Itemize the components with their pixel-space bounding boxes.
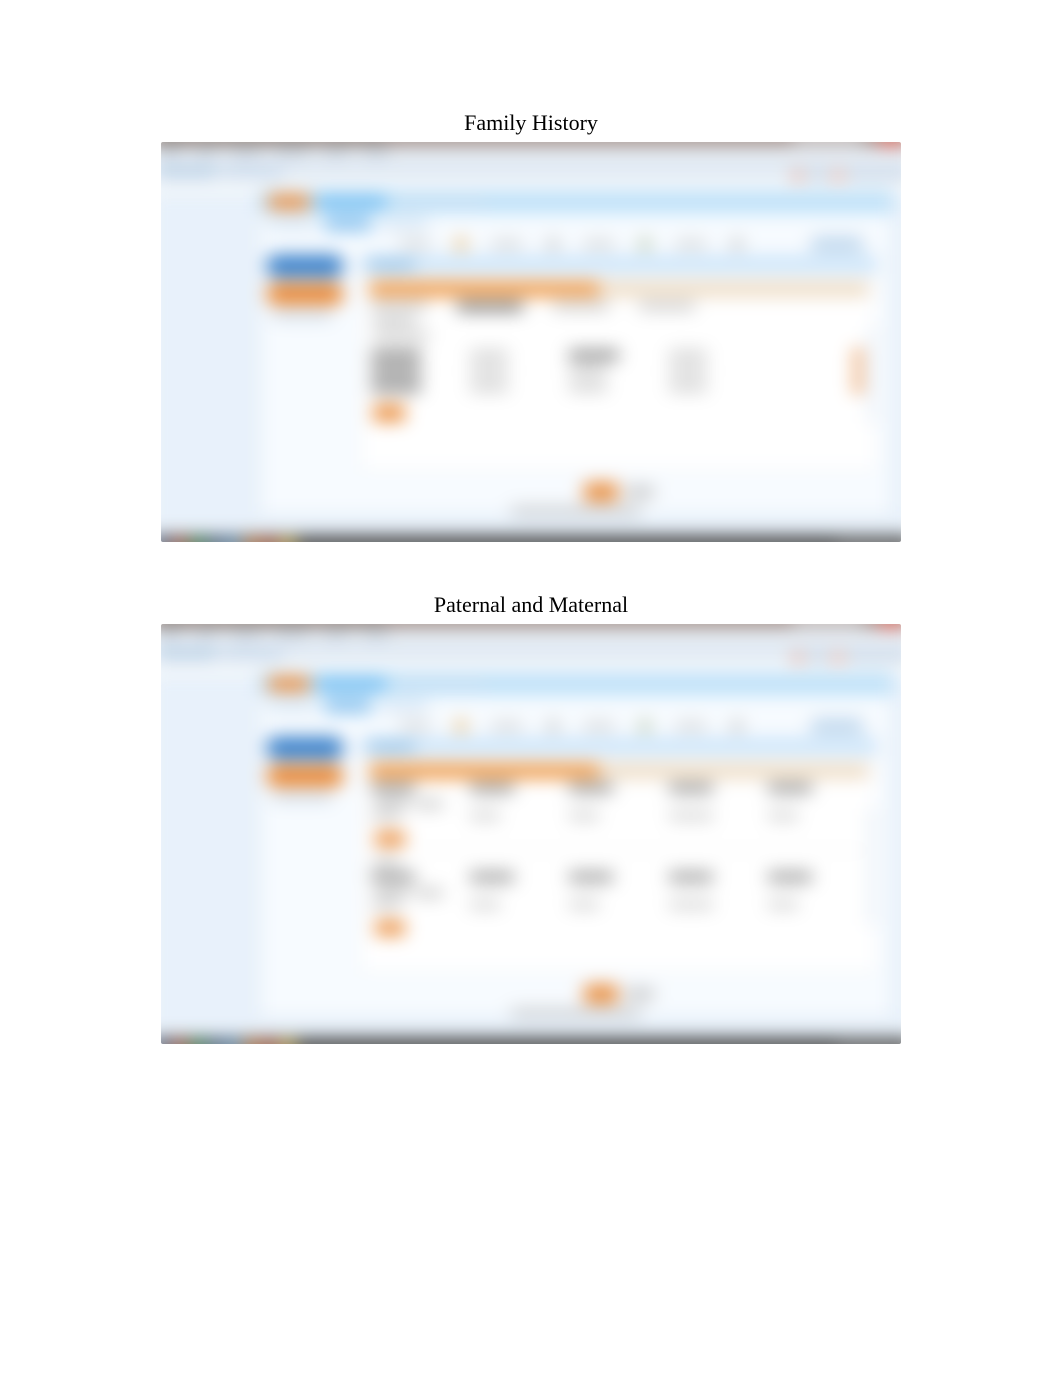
help-bubble	[810, 719, 864, 733]
content-panel	[360, 255, 878, 471]
document-page: Family History	[0, 0, 1062, 1376]
caption-family-history: Family History	[0, 110, 1062, 136]
browser-tabbar	[161, 160, 901, 180]
os-taskbar	[161, 536, 901, 542]
history-table	[371, 347, 867, 395]
ehr-card	[259, 190, 893, 516]
card-header	[260, 191, 892, 213]
save-button	[584, 483, 618, 501]
record-action-button	[375, 832, 405, 846]
ehr-card	[259, 672, 893, 1018]
blurred-app-window-2	[161, 624, 901, 1044]
record-action-button	[375, 921, 405, 935]
record-maternal	[371, 873, 867, 939]
patient-name-pill	[316, 196, 386, 208]
cancel-button	[626, 989, 654, 999]
logo-pill	[268, 195, 310, 209]
left-nav	[260, 255, 350, 319]
blurred-app-window	[161, 142, 901, 542]
status-text	[511, 507, 641, 515]
close-icon	[879, 624, 901, 627]
close-icon	[879, 142, 901, 145]
screenshot-paternal-maternal	[161, 624, 901, 1044]
cancel-button	[626, 487, 654, 497]
record-paternal	[371, 784, 867, 851]
nav-item-active	[266, 255, 344, 277]
add-button	[373, 405, 405, 421]
nav-item-orange	[266, 283, 344, 305]
card-footer	[360, 479, 878, 505]
browser-tabbar	[161, 642, 901, 662]
browser-menubar	[161, 144, 901, 160]
action-icons	[260, 235, 892, 253]
caption-paternal-maternal: Paternal and Maternal	[0, 592, 1062, 618]
card-subtabs	[260, 213, 892, 235]
browser-menubar	[161, 626, 901, 642]
help-bubble	[810, 237, 864, 251]
screenshot-family-history	[161, 142, 901, 542]
content-panel	[360, 737, 878, 973]
section-heading-bar	[369, 282, 869, 296]
save-button	[584, 985, 618, 1003]
scrollbar	[868, 326, 874, 424]
